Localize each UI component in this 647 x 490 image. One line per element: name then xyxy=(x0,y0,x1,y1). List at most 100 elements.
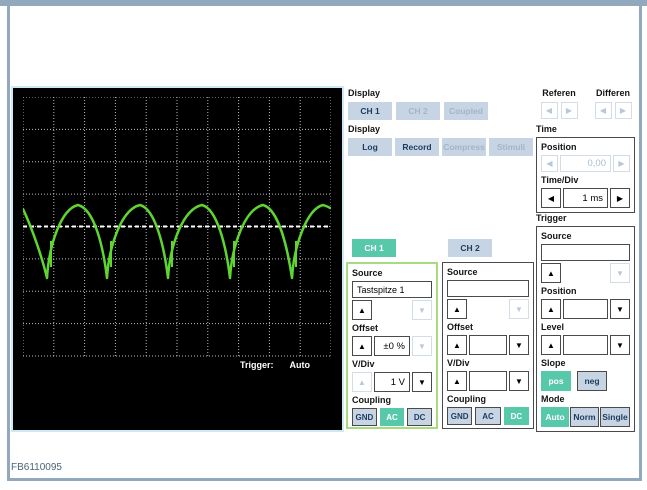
ch2-button[interactable]: CH 2 xyxy=(448,239,492,257)
ch2-offset-label: Offset xyxy=(447,322,474,332)
ch1-vdiv-label: V/Div xyxy=(352,359,375,369)
channel2-panel: CH 2 Source ▲ ▼ Offset ▲ ▼ V/Div ▲ ▼ Cou xyxy=(442,239,534,429)
oscilloscope-app-window: Trigger: Auto Display CH 1 CH 2 Coupled … xyxy=(0,0,647,490)
trigger-slope-label: Slope xyxy=(541,358,566,368)
up-arrow-icon: ▲ xyxy=(358,305,366,315)
up-arrow-icon: ▲ xyxy=(547,304,555,314)
ch2-source-label: Source xyxy=(447,267,478,277)
ch1-source-field[interactable]: Tastspitze 1 xyxy=(352,281,432,298)
down-arrow-icon: ▼ xyxy=(418,305,426,315)
up-arrow-icon: ▲ xyxy=(547,268,555,278)
display-ch1-button[interactable]: CH 1 xyxy=(348,102,392,120)
trigger-level-field[interactable] xyxy=(563,335,608,355)
ch2-vdiv-field[interactable] xyxy=(469,371,507,391)
ch1-offset-field[interactable]: ±0 % xyxy=(374,336,410,356)
display-record-button[interactable]: Record xyxy=(395,138,439,156)
difference-prev-button: ◀ xyxy=(594,102,612,119)
ch2-offset-field[interactable] xyxy=(469,335,507,355)
trigger-status: Trigger: Auto xyxy=(240,360,310,370)
trigger-source-up-button[interactable]: ▲ xyxy=(541,263,561,283)
ch2-offset-up-button[interactable]: ▲ xyxy=(447,335,467,355)
mode-auto-button[interactable]: Auto xyxy=(541,407,569,427)
ch1-vdiv-up-button: ▲ xyxy=(352,372,372,392)
right-arrow-icon: ▶ xyxy=(618,159,625,168)
mode-norm-button[interactable]: Norm xyxy=(570,407,599,427)
ch1-button[interactable]: CH 1 xyxy=(352,239,396,257)
display-channels-group: Display CH 1 CH 2 Coupled xyxy=(348,88,488,120)
reference-difference-group: Referen ◀ ▶ Differen ◀ ▶ xyxy=(536,88,636,119)
down-arrow-icon: ▼ xyxy=(515,304,523,314)
trigger-source-field[interactable] xyxy=(541,244,630,261)
ch2-coupling-gnd-button[interactable]: GND xyxy=(447,407,473,425)
right-arrow-icon: ▶ xyxy=(565,106,573,115)
trigger-box: Source ▲ ▼ Position ▲ ▼ Level ▲ ▼ Slope xyxy=(536,226,635,432)
slope-pos-button[interactable]: pos xyxy=(541,371,571,391)
ch1-box: Source Tastspitze 1 ▲ ▼ Offset ▲ ±0 % ▼ … xyxy=(346,262,438,429)
difference-column: Differen ◀ ▶ xyxy=(590,88,636,119)
down-arrow-icon: ▼ xyxy=(515,340,523,350)
ch2-source-field[interactable] xyxy=(447,280,529,297)
display-log-button[interactable]: Log xyxy=(348,138,392,156)
ch2-box: Source ▲ ▼ Offset ▲ ▼ V/Div ▲ ▼ Coupling xyxy=(442,262,534,429)
trigger-position-label: Position xyxy=(541,286,577,296)
trigger-mode-label: Mode xyxy=(541,394,565,404)
display-ch2-button: CH 2 xyxy=(396,102,440,120)
ch2-vdiv-down-button[interactable]: ▼ xyxy=(509,371,529,391)
ch1-vdiv-down-button[interactable]: ▼ xyxy=(412,372,432,392)
ch2-vdiv-up-button[interactable]: ▲ xyxy=(447,371,467,391)
down-arrow-icon: ▼ xyxy=(616,340,624,350)
timediv-field[interactable]: 1 ms xyxy=(563,188,608,208)
channel1-panel: CH 1 Source Tastspitze 1 ▲ ▼ Offset ▲ ±0… xyxy=(346,239,438,429)
up-arrow-icon: ▲ xyxy=(453,340,461,350)
ch2-coupling-ac-button[interactable]: AC xyxy=(475,407,501,425)
ch1-coupling-label: Coupling xyxy=(352,395,391,405)
ch2-vdiv-label: V/Div xyxy=(447,358,470,368)
left-arrow-icon: ◀ xyxy=(547,193,555,203)
down-arrow-icon: ▼ xyxy=(616,304,624,314)
display-coupled-button: Coupled xyxy=(444,102,488,120)
timediv-increase-button[interactable]: ▶ xyxy=(610,188,630,208)
ch2-offset-down-button[interactable]: ▼ xyxy=(509,335,529,355)
ch1-coupling-dc-button[interactable]: DC xyxy=(407,408,433,426)
time-position-decrease-button: ◀ xyxy=(541,155,558,172)
left-arrow-icon: ◀ xyxy=(546,159,553,168)
ch1-offset-label: Offset xyxy=(352,323,379,333)
time-position-field: 0,00 xyxy=(560,155,611,172)
difference-label: Differen xyxy=(595,88,630,98)
up-arrow-icon: ▲ xyxy=(453,376,461,386)
ch1-source-down-button: ▼ xyxy=(412,300,432,320)
timediv-decrease-button[interactable]: ◀ xyxy=(541,188,561,208)
display-modes-group: Display Log Record Compress Stimuli xyxy=(348,124,533,156)
ch1-coupling-gnd-button[interactable]: GND xyxy=(352,408,377,426)
time-group-label: Time xyxy=(536,124,557,134)
scope-display: Trigger: Auto xyxy=(11,86,344,432)
down-arrow-icon: ▼ xyxy=(418,341,426,351)
slope-neg-button[interactable]: neg xyxy=(577,371,607,391)
trigger-group: Trigger Source ▲ ▼ Position ▲ ▼ Level ▲ … xyxy=(536,213,635,432)
ch1-offset-up-button[interactable]: ▲ xyxy=(352,336,372,356)
ch1-coupling-ac-button[interactable]: AC xyxy=(379,408,405,426)
trigger-position-up-button[interactable]: ▲ xyxy=(541,299,561,319)
ch1-offset-down-button: ▼ xyxy=(412,336,432,356)
trigger-position-down-button[interactable]: ▼ xyxy=(610,299,630,319)
time-group: Time Position ◀ 0,00 ▶ Time/Div ◀ 1 ms ▶ xyxy=(536,124,635,213)
ch2-source-down-button: ▼ xyxy=(509,299,529,319)
mode-single-button[interactable]: Single xyxy=(600,407,630,427)
scope-graticule-and-trace xyxy=(23,97,331,357)
ch1-source-up-button[interactable]: ▲ xyxy=(352,300,372,320)
right-arrow-icon: ▶ xyxy=(619,106,627,115)
ch1-vdiv-field[interactable]: 1 V xyxy=(374,372,410,392)
left-arrow-icon: ◀ xyxy=(545,106,553,115)
trigger-status-label: Trigger: xyxy=(240,360,274,370)
time-position-label: Position xyxy=(541,142,577,152)
trigger-group-label: Trigger xyxy=(536,213,567,223)
ch2-coupling-dc-button[interactable]: DC xyxy=(503,407,529,425)
reference-next-button: ▶ xyxy=(560,102,578,119)
trigger-position-field[interactable] xyxy=(563,299,608,319)
display-stimuli-button: Stimuli xyxy=(489,138,533,156)
trigger-level-up-button[interactable]: ▲ xyxy=(541,335,561,355)
trigger-level-down-button[interactable]: ▼ xyxy=(610,335,630,355)
ch2-source-up-button[interactable]: ▲ xyxy=(447,299,467,319)
ch1-source-label: Source xyxy=(352,268,383,278)
trigger-status-value: Auto xyxy=(289,360,311,370)
